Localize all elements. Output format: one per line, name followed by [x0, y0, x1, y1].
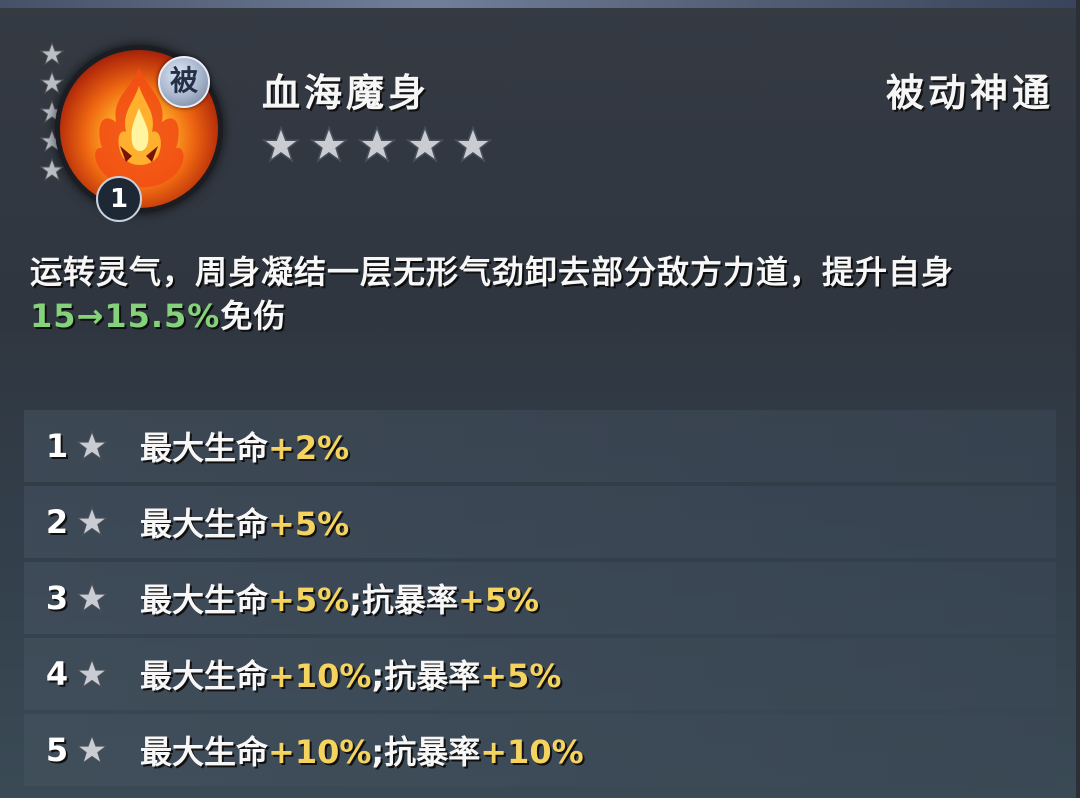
- star-level-number: 3: [45, 579, 69, 617]
- star-icon: [310, 126, 348, 163]
- effect-stat-value: +10%: [268, 657, 372, 695]
- effect-stat-value: +2%: [268, 429, 350, 467]
- skill-icon-area[interactable]: 被 1: [36, 40, 218, 222]
- star-icon: [358, 126, 396, 163]
- star-level-effect: 最大生命+10%;抗暴率+5%: [140, 651, 561, 697]
- effect-stat-name: 最大生命: [140, 581, 269, 619]
- description-value: 15→15.5%: [30, 297, 221, 335]
- description-suffix: 免伤: [220, 297, 287, 335]
- star-icon: [76, 582, 108, 614]
- effect-stat-name: 最大生命: [140, 429, 269, 467]
- star-icon: [76, 658, 108, 690]
- effect-stat-name: 最大生命: [140, 505, 269, 543]
- panel-right-border: [1076, 0, 1080, 798]
- star-icon: [406, 126, 444, 163]
- passive-badge: 被: [158, 56, 210, 108]
- effect-stat-value: +10%: [268, 733, 372, 771]
- skill-name: 血海魔身: [262, 71, 431, 115]
- effect-stat-value: +5%: [480, 657, 562, 695]
- effect-stat-value: +5%: [268, 581, 350, 619]
- star-level-row: 4 最大生命+10%;抗暴率+5%: [24, 638, 1056, 710]
- star-level-effect: 最大生命+5%;抗暴率+5%: [140, 575, 539, 621]
- star-level-row: 5 最大生命+10%;抗暴率+10%: [24, 714, 1056, 786]
- star-icon: [76, 430, 108, 462]
- effect-stat-name: 最大生命: [140, 657, 269, 695]
- star-icon: [76, 734, 108, 766]
- star-level-number: 1: [45, 427, 69, 465]
- star-level-row: 3 最大生命+5%;抗暴率+5%: [24, 562, 1056, 634]
- effect-stat-name: 最大生命: [140, 733, 269, 771]
- effect-stat-name: ;抗暴率: [371, 657, 481, 695]
- star-level-number: 2: [45, 503, 69, 541]
- star-icon: [76, 506, 108, 538]
- star-level-list: 1 最大生命+2% 2 最大生命+5% 3 最大生命+5%;抗暴率+5% 4 最大生命+10%…: [24, 410, 1056, 790]
- star-level-effect: 最大生命+2%: [140, 423, 349, 469]
- effect-stat-value: +5%: [268, 505, 350, 543]
- star-level-effect: 最大生命+5%: [140, 499, 349, 545]
- skill-rating-stars: [262, 126, 492, 164]
- effect-stat-name: ;抗暴率: [349, 581, 458, 619]
- star-level-row: 1 最大生命+2%: [24, 410, 1056, 482]
- effect-stat-value: +5%: [457, 581, 540, 619]
- description-text: 运转灵气，周身凝结一层无形气劲卸去部分敌方力道，提升自身: [30, 253, 955, 291]
- skill-description: 运转灵气，周身凝结一层无形气劲卸去部分敌方力道，提升自身 15→15.5%免伤: [30, 250, 1060, 338]
- panel-top-border: [0, 0, 1080, 8]
- star-level-effect: 最大生命+10%;抗暴率+10%: [140, 727, 584, 773]
- effect-stat-value: +10%: [480, 733, 584, 771]
- effect-stat-name: ;抗暴率: [371, 733, 481, 771]
- star-level-row: 2 最大生命+5%: [24, 486, 1056, 558]
- skill-level-badge: 1: [96, 176, 142, 222]
- star-level-number: 4: [45, 655, 69, 693]
- star-level-number: 5: [45, 731, 69, 769]
- star-icon: [262, 126, 300, 163]
- star-icon: [454, 126, 492, 163]
- skill-type: 被动神通: [885, 71, 1054, 115]
